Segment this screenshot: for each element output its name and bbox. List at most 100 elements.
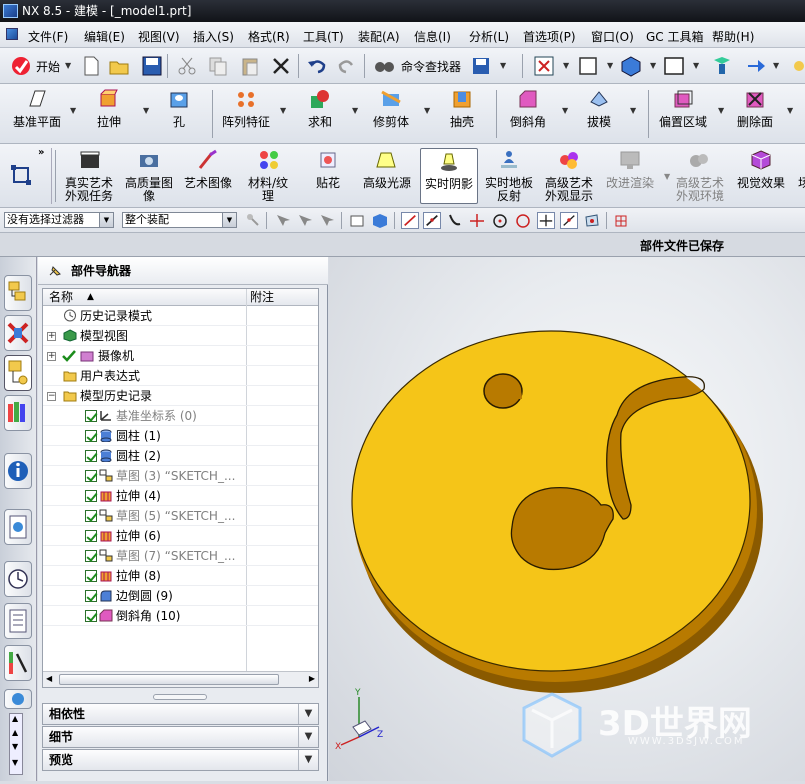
visibility-checkbox[interactable] [85, 450, 97, 462]
tree-row-model-history[interactable]: − 模型历史记录 [43, 386, 318, 406]
background-icon[interactable] [663, 55, 685, 77]
fit-dropdown-icon[interactable]: ▼ [563, 61, 569, 70]
snap-intersection-icon[interactable] [468, 212, 486, 229]
visibility-checkbox[interactable] [85, 490, 97, 502]
menu-format[interactable]: 格式(R) [248, 28, 290, 45]
start-dropdown-icon[interactable]: ▼ [65, 61, 71, 70]
snap-point-on-face-icon[interactable] [583, 212, 601, 229]
roles-tab[interactable] [4, 645, 32, 681]
menu-assembly[interactable]: 装配(A) [358, 28, 400, 45]
menu-file[interactable]: 文件(F) [28, 28, 68, 45]
move-dropdown-icon[interactable]: ▼ [773, 61, 779, 70]
snap-quadrant-icon[interactable] [514, 212, 532, 229]
chevron-down-icon[interactable]: ▼ [298, 727, 318, 747]
menu-info[interactable]: 信息(I) [414, 28, 451, 45]
datum-plane-dropdown-icon[interactable]: ▼ [70, 106, 76, 115]
expand-icon[interactable]: + [47, 352, 56, 361]
panel-splitter[interactable] [153, 694, 207, 700]
scroll-left-icon[interactable]: ◀ [46, 674, 52, 683]
unite-dropdown-icon[interactable]: ▼ [352, 106, 358, 115]
visibility-checkbox[interactable] [85, 430, 97, 442]
delete-icon[interactable] [270, 55, 292, 77]
undo-icon[interactable] [306, 55, 328, 77]
save-icon[interactable] [141, 55, 163, 77]
part-navigator-tab[interactable] [4, 355, 32, 391]
draft-dropdown-icon[interactable]: ▼ [630, 106, 636, 115]
tree-row-history-mode[interactable]: 历史记录模式 [43, 306, 318, 326]
offset-dropdown-icon[interactable]: ▼ [718, 106, 724, 115]
scroll-up-icon[interactable]: ▲ [12, 728, 18, 737]
visibility-checkbox[interactable] [85, 530, 97, 542]
tree-row-feature[interactable]: 草图 (3) “SKETCH_... [43, 466, 318, 486]
overflow-chevron-icon[interactable]: » [38, 147, 44, 158]
dock-scrollbar[interactable]: ▲ ▲ ▼ ▼ [9, 713, 23, 775]
tree-row-model-views[interactable]: + 模型视图 [43, 326, 318, 346]
tree-row-feature[interactable]: 边倒圆 (9) [43, 586, 318, 606]
visibility-checkbox[interactable] [85, 550, 97, 562]
selection-scope-dropdown[interactable]: 整个装配 ▼ [122, 212, 237, 228]
scroll-down-icon[interactable]: ▼ [12, 742, 18, 751]
tree-row-user-expressions[interactable]: 用户表达式 [43, 366, 318, 386]
snap-existing-point-icon[interactable] [537, 212, 555, 229]
scroll-thumb[interactable] [59, 674, 279, 685]
expand-icon[interactable]: + [47, 332, 56, 341]
sort-ascending-icon[interactable]: ▲ [87, 289, 94, 306]
scroll-down-icon[interactable]: ▼ [12, 758, 18, 767]
fit-view-icon[interactable] [533, 55, 555, 77]
snap-endpoint-icon[interactable] [401, 212, 419, 229]
command-finder-button[interactable]: 命令查找器 [401, 58, 461, 75]
orient-view-icon[interactable] [620, 55, 642, 77]
select-body-icon[interactable] [296, 212, 314, 229]
tree-row-feature[interactable]: 圆柱 (2) [43, 446, 318, 466]
constraint-navigator-tab[interactable] [4, 315, 32, 351]
visibility-checkbox[interactable] [85, 510, 97, 522]
snap-midpoint-icon[interactable] [423, 212, 441, 229]
column-note[interactable]: 附注 [250, 289, 274, 306]
select-solid-icon[interactable] [371, 212, 389, 229]
command-finder-icon[interactable] [373, 55, 395, 77]
save-as-icon[interactable] [470, 55, 492, 77]
new-file-icon[interactable] [80, 55, 102, 77]
tree-row-feature[interactable]: 拉伸 (4) [43, 486, 318, 506]
tree-row-feature[interactable]: 圆柱 (1) [43, 426, 318, 446]
copy-icon[interactable] [207, 55, 229, 77]
app-menu-icon[interactable] [6, 28, 18, 40]
system-materials-tab[interactable] [4, 689, 32, 709]
assembly-navigator-tab[interactable] [4, 275, 32, 311]
collapse-icon[interactable]: − [47, 392, 56, 401]
chevron-down-icon[interactable]: ▼ [298, 704, 318, 724]
delete-face-dropdown-icon[interactable]: ▼ [787, 106, 793, 115]
orient-dropdown-icon[interactable]: ▼ [650, 61, 656, 70]
snap-control-point-icon[interactable] [446, 212, 464, 229]
horizontal-scrollbar[interactable]: ◀ ▶ [43, 671, 318, 687]
rendering-dropdown-icon[interactable]: ▼ [664, 172, 670, 181]
history-tab[interactable] [4, 561, 32, 597]
scroll-right-icon[interactable]: ▶ [309, 674, 315, 683]
tree-row-cameras[interactable]: + 摄像机 [43, 346, 318, 366]
menu-tools[interactable]: 工具(T) [303, 28, 344, 45]
redo-icon[interactable] [336, 55, 358, 77]
visibility-checkbox[interactable] [85, 570, 97, 582]
scroll-up-icon[interactable]: ▲ [12, 714, 18, 723]
process-studio-tab[interactable] [4, 603, 32, 639]
menu-preferences[interactable]: 首选项(P) [523, 28, 576, 45]
render-style-dropdown-icon[interactable]: ▼ [607, 61, 613, 70]
toolbar-more-icon[interactable] [791, 55, 805, 77]
snap-point-on-curve-icon[interactable] [560, 212, 578, 229]
snap-arc-center-icon[interactable] [491, 212, 509, 229]
select-feature-icon[interactable] [274, 212, 292, 229]
paste-icon[interactable] [239, 55, 261, 77]
menu-insert[interactable]: 插入(S) [193, 28, 234, 45]
tree-row-feature[interactable]: 拉伸 (8) [43, 566, 318, 586]
assembly-nav-icon[interactable] [711, 55, 733, 77]
visibility-checkbox[interactable] [85, 610, 97, 622]
column-name[interactable]: 名称 [49, 289, 73, 306]
snap-grid-icon[interactable] [612, 212, 630, 229]
trim-dropdown-icon[interactable]: ▼ [424, 106, 430, 115]
menu-edit[interactable]: 编辑(E) [84, 28, 125, 45]
open-folder-icon[interactable] [108, 55, 130, 77]
pattern-dropdown-icon[interactable]: ▼ [280, 106, 286, 115]
menu-gc-toolbox[interactable]: GC 工具箱 [646, 28, 704, 45]
select-edge-icon[interactable] [348, 212, 366, 229]
extrude-dropdown-icon[interactable]: ▼ [143, 106, 149, 115]
